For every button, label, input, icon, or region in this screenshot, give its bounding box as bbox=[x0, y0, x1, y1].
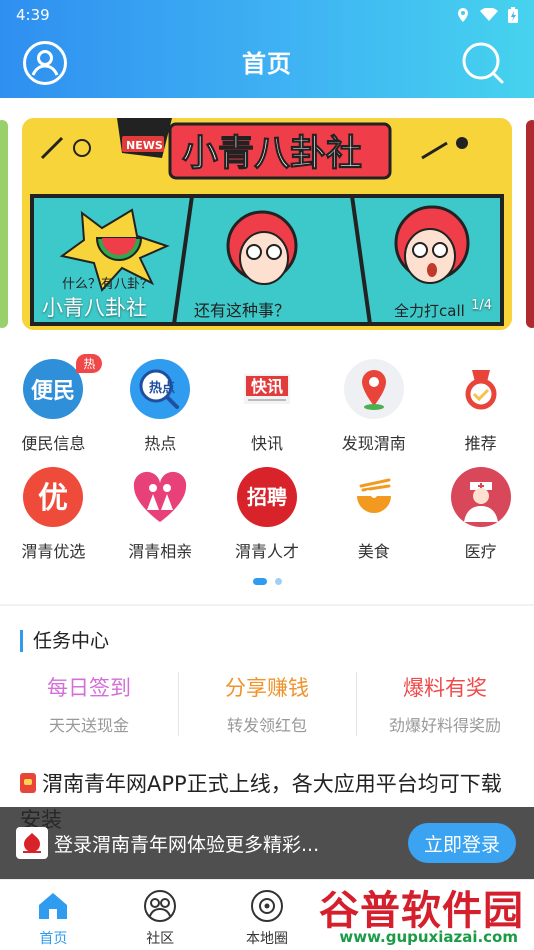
app-logo-icon bbox=[16, 827, 48, 859]
svg-text:便民: 便民 bbox=[31, 379, 75, 404]
task-subtitle: 劲爆好料得奖励 bbox=[388, 716, 501, 735]
grid-item-label: 发现渭南 bbox=[341, 434, 406, 453]
login-button[interactable]: 立即登录 bbox=[407, 823, 516, 863]
battery-icon bbox=[508, 7, 518, 23]
grid-item-label: 医疗 bbox=[464, 542, 497, 561]
service-grid: 便民 热 便民信息 热点 热点 快讯 快讯 发现渭南 推荐 优 渭青优选 渭青相… bbox=[0, 354, 534, 574]
grid-item-label: 美食 bbox=[357, 542, 390, 561]
section-divider bbox=[0, 604, 534, 606]
status-time: 4:39 bbox=[16, 6, 50, 24]
search-icon bbox=[462, 42, 504, 84]
tab-community[interactable]: 社区 bbox=[107, 880, 214, 950]
hot-badge: 热 bbox=[76, 354, 103, 373]
banner-counter: 1/4 bbox=[471, 298, 492, 313]
login-prompt-text: 登录渭南青年网体验更多精彩... bbox=[54, 833, 320, 856]
noodle-bowl-icon bbox=[343, 466, 405, 528]
grid-item-dating[interactable]: 渭青相亲 bbox=[107, 466, 214, 574]
svg-text:优: 优 bbox=[38, 481, 68, 516]
task-daily-checkin[interactable]: 每日签到 天天送现金 bbox=[0, 670, 178, 738]
banner-next-peek[interactable] bbox=[526, 120, 534, 328]
task-share-earn[interactable]: 分享赚钱 转发领红包 bbox=[178, 670, 356, 738]
banner-art-title: 小青八卦社 bbox=[182, 133, 362, 174]
task-center: 每日签到 天天送现金 分享赚钱 转发领红包 爆料有奖 劲爆好料得奖励 bbox=[0, 670, 534, 738]
doctor-icon bbox=[450, 466, 512, 528]
page-dot-active[interactable] bbox=[252, 578, 267, 585]
task-report-reward[interactable]: 爆料有奖 劲爆好料得奖励 bbox=[356, 670, 534, 738]
newsflash-icon: 快讯 bbox=[236, 358, 298, 420]
task-center-title: 任务中心 bbox=[20, 630, 109, 652]
banner-carousel[interactable]: NEWS 小青八卦社 什么？有八卦？ 还有这种事？ 全力打call 小青八卦社 … bbox=[0, 118, 534, 330]
grid-item-bianmin[interactable]: 便民 热 便民信息 bbox=[0, 354, 107, 466]
grid-page-indicator[interactable] bbox=[0, 578, 534, 585]
svg-text:热点: 热点 bbox=[149, 380, 175, 396]
tab-home[interactable]: 首页 bbox=[0, 880, 107, 950]
tab-label: 本地圈 bbox=[245, 931, 288, 947]
youxuan-icon: 优 bbox=[22, 466, 84, 528]
hotspot-icon: 热点 bbox=[129, 358, 191, 420]
community-icon bbox=[144, 890, 177, 922]
grid-item-label: 推荐 bbox=[464, 434, 497, 453]
tab-label: 社区 bbox=[146, 931, 175, 947]
grid-item-discover[interactable]: 发现渭南 bbox=[320, 358, 427, 466]
grid-item-label: 渭青优选 bbox=[21, 542, 86, 561]
local-circle-icon bbox=[250, 890, 283, 922]
grid-item-youxuan[interactable]: 优 渭青优选 bbox=[0, 466, 107, 574]
location-icon bbox=[458, 8, 468, 22]
watermark-url: www.gupuxiazai.com bbox=[339, 928, 518, 946]
banner-news-tag: NEWS bbox=[126, 139, 163, 152]
app-header: 4:39 首页 bbox=[0, 0, 534, 98]
task-title: 分享赚钱 bbox=[225, 676, 309, 700]
recruit-icon: 招聘 bbox=[236, 466, 298, 528]
status-bar: 4:39 bbox=[16, 4, 518, 26]
banner-art-text-3: 全力打call bbox=[394, 302, 465, 320]
task-subtitle: 转发领红包 bbox=[226, 716, 307, 735]
banner-slide[interactable]: NEWS 小青八卦社 什么？有八卦？ 还有这种事？ 全力打call 小青八卦社 … bbox=[22, 118, 512, 330]
page-title: 首页 bbox=[242, 50, 292, 78]
wifi-icon bbox=[480, 8, 498, 21]
grid-item-hotspot[interactable]: 热点 热点 bbox=[107, 358, 214, 466]
task-title: 爆料有奖 bbox=[403, 676, 487, 700]
grid-item-recommend[interactable]: 推荐 bbox=[427, 358, 534, 466]
svg-text:快讯: 快讯 bbox=[251, 377, 283, 396]
site-watermark: 谷普软件园 www.gupuxiazai.com bbox=[284, 876, 534, 950]
task-subtitle: 天天送现金 bbox=[48, 716, 129, 735]
location-pin-icon bbox=[343, 358, 405, 420]
recommend-icon bbox=[450, 358, 512, 420]
grid-item-label: 渭青相亲 bbox=[128, 542, 193, 561]
grid-item-food[interactable]: 美食 bbox=[320, 466, 427, 574]
search-button[interactable] bbox=[460, 40, 506, 86]
home-icon bbox=[39, 893, 68, 919]
bianmin-icon: 便民 热 bbox=[22, 354, 103, 420]
banner-prev-peek[interactable] bbox=[0, 120, 8, 328]
grid-item-label: 快讯 bbox=[250, 434, 283, 453]
banner-art-text-2: 还有这种事？ bbox=[194, 301, 290, 320]
svg-text:招聘: 招聘 bbox=[247, 485, 287, 509]
grid-item-label: 热点 bbox=[144, 434, 177, 453]
grid-item-talent[interactable]: 招聘 渭青人才 bbox=[214, 466, 321, 574]
banner-art-text-1: 什么？有八卦？ bbox=[62, 277, 153, 292]
grid-item-newsflash[interactable]: 快讯 快讯 bbox=[214, 358, 321, 466]
grid-item-label: 渭青人才 bbox=[234, 542, 299, 561]
login-prompt-bar: 登录渭南青年网体验更多精彩... 立即登录 bbox=[0, 807, 534, 879]
task-title: 每日签到 bbox=[47, 676, 131, 700]
news-flag-icon bbox=[20, 773, 36, 793]
grid-item-medical[interactable]: 医疗 bbox=[427, 466, 534, 574]
banner-caption: 小青八卦社 bbox=[42, 296, 147, 320]
page-dot[interactable] bbox=[274, 578, 282, 585]
couple-heart-icon bbox=[129, 466, 191, 528]
grid-item-label: 便民信息 bbox=[21, 434, 86, 453]
tab-label: 首页 bbox=[39, 931, 68, 947]
